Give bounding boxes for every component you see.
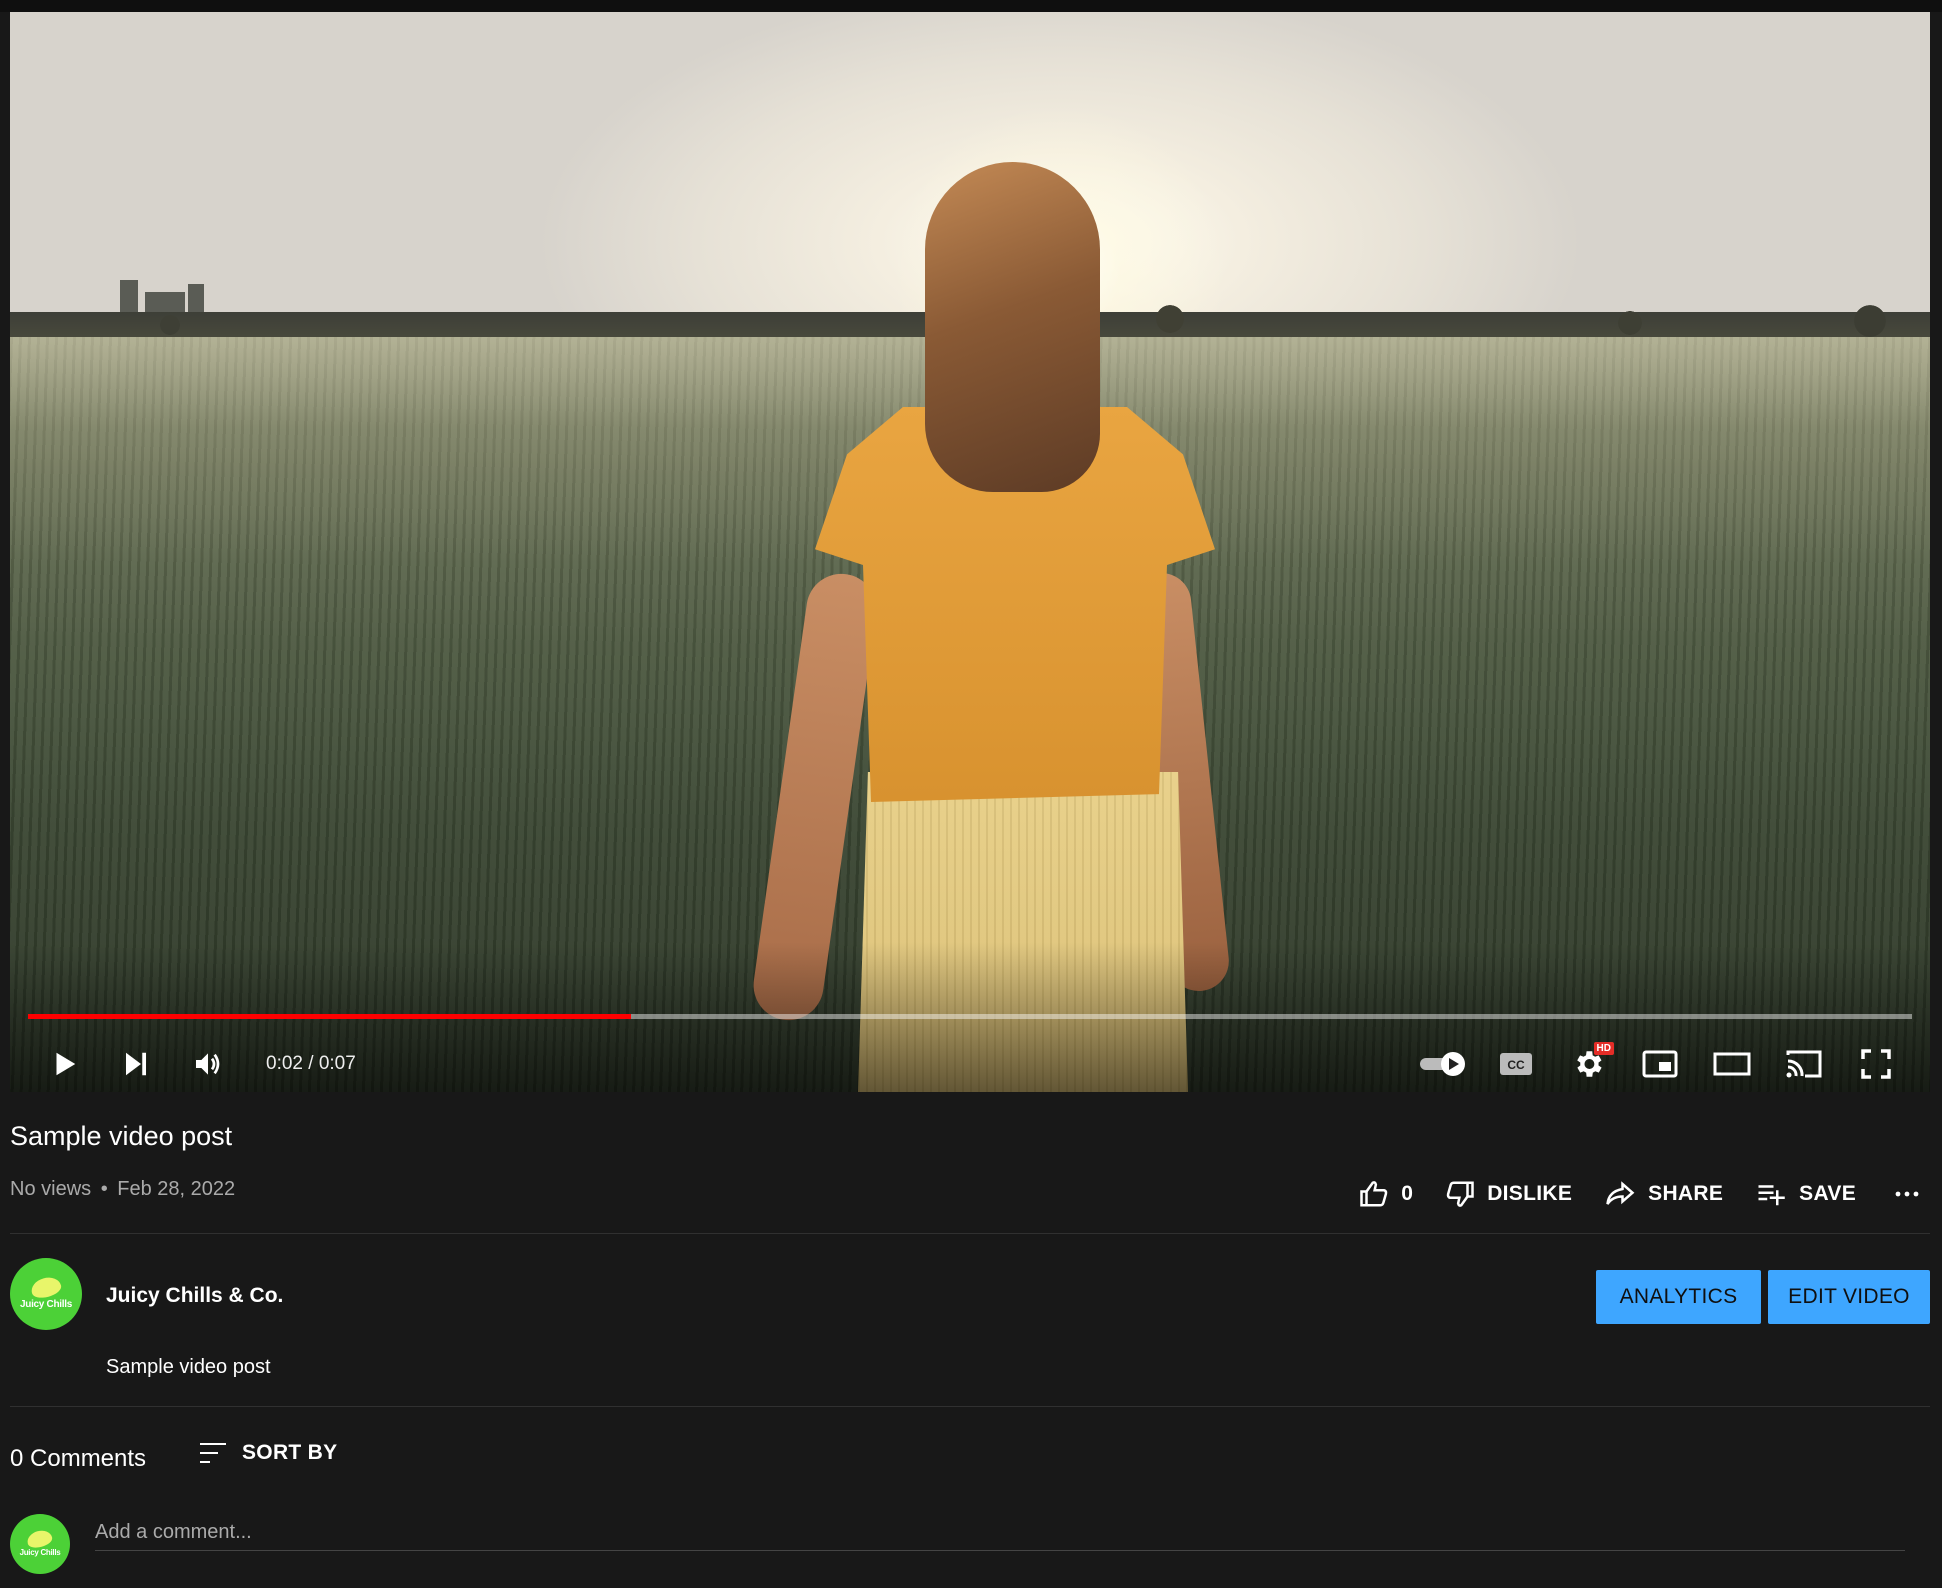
cc-text: CC <box>1507 1058 1525 1072</box>
edit-video-button[interactable]: EDIT VIDEO <box>1768 1270 1930 1324</box>
captions-button[interactable]: CC <box>1480 1040 1552 1088</box>
divider <box>10 1406 1930 1407</box>
view-count: No views <box>10 1178 92 1200</box>
lemon-logo-icon <box>25 1527 55 1550</box>
more-actions-button[interactable] <box>1894 1179 1920 1209</box>
video-player[interactable]: 0:02 / 0:07 CC HD <box>10 12 1930 1092</box>
save-label: SAVE <box>1799 1182 1856 1205</box>
like-count: 0 <box>1401 1182 1414 1205</box>
top-bar <box>0 0 1942 12</box>
sort-by-button[interactable]: SORT BY <box>198 1440 337 1466</box>
play-icon <box>56 1052 76 1076</box>
like-icon <box>1360 1181 1388 1207</box>
more-icon <box>1895 1191 1919 1197</box>
cast-button[interactable] <box>1768 1040 1840 1088</box>
save-button[interactable]: SAVE <box>1755 1179 1856 1209</box>
meta-separator: • <box>100 1178 108 1200</box>
progress-bar[interactable] <box>28 1014 1912 1019</box>
video-title: Sample video post <box>10 1121 233 1151</box>
share-button[interactable]: SHARE <box>1604 1179 1723 1209</box>
next-button[interactable] <box>100 1040 172 1088</box>
user-avatar: Juicy Chills <box>10 1514 70 1574</box>
autoplay-toggle-icon <box>1420 1052 1465 1076</box>
video-frame <box>10 12 1930 1092</box>
theater-mode-button[interactable] <box>1696 1040 1768 1088</box>
volume-button[interactable] <box>172 1040 244 1088</box>
avatar-brand-text: Juicy Chills <box>19 1548 61 1558</box>
cast-icon <box>1786 1050 1822 1078</box>
video-description: Sample video post <box>106 1356 271 1378</box>
share-icon <box>1606 1181 1635 1205</box>
comment-input[interactable] <box>95 1514 1905 1551</box>
autoplay-toggle[interactable] <box>1408 1040 1480 1088</box>
video-meta: No views • Feb 28, 2022 <box>10 1178 235 1201</box>
video-actions: 0 DISLIKE SHARE SAVE <box>1327 1172 1920 1216</box>
settings-button[interactable]: HD <box>1552 1040 1624 1088</box>
play-button[interactable] <box>28 1040 100 1088</box>
captions-icon: CC <box>1500 1053 1532 1075</box>
miniplayer-icon <box>1642 1050 1678 1078</box>
upload-date: Feb 28, 2022 <box>117 1178 236 1200</box>
fullscreen-icon <box>1861 1049 1891 1079</box>
sort-icon <box>200 1443 226 1463</box>
time-display: 0:02 / 0:07 <box>266 1053 356 1074</box>
theater-icon <box>1713 1052 1751 1076</box>
volume-icon <box>196 1053 220 1075</box>
channel-name[interactable]: Juicy Chills & Co. <box>106 1284 283 1308</box>
progress-played <box>28 1014 631 1019</box>
share-label: SHARE <box>1648 1182 1724 1205</box>
lemon-logo-icon <box>28 1274 64 1301</box>
next-icon <box>126 1052 146 1076</box>
dislike-label: DISLIKE <box>1487 1182 1573 1205</box>
avatar-brand-text: Juicy Chills <box>20 1299 72 1311</box>
divider <box>10 1233 1930 1234</box>
comments-count: 0 Comments <box>10 1445 147 1472</box>
save-playlist-icon <box>1758 1185 1785 1206</box>
dislike-button[interactable]: DISLIKE <box>1445 1179 1572 1209</box>
player-controls: 0:02 / 0:07 CC HD <box>28 1040 1912 1088</box>
fullscreen-button[interactable] <box>1840 1040 1912 1088</box>
miniplayer-button[interactable] <box>1624 1040 1696 1088</box>
analytics-button[interactable]: ANALYTICS <box>1596 1270 1761 1324</box>
channel-avatar[interactable]: Juicy Chills <box>10 1258 82 1330</box>
hd-badge: HD <box>1593 1042 1614 1055</box>
dislike-icon <box>1446 1181 1474 1207</box>
sort-label: SORT BY <box>242 1441 338 1464</box>
like-button[interactable]: 0 <box>1359 1179 1413 1209</box>
